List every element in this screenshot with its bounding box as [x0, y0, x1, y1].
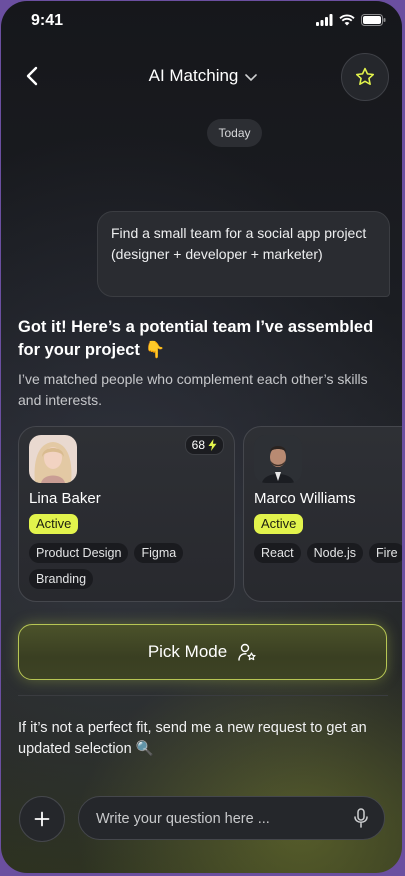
- match-score: 68: [191, 438, 205, 452]
- star-icon: [355, 67, 375, 86]
- skill-tags: Product Design Figma Branding: [29, 543, 224, 589]
- phone-screen: 9:41 AI Matching Today Find a small team…: [1, 1, 402, 873]
- microphone-icon[interactable]: [352, 808, 370, 828]
- avatar: [254, 435, 302, 483]
- skill-tag: Figma: [134, 543, 184, 563]
- skill-tag: React: [254, 543, 301, 563]
- skill-tag: Product Design: [29, 543, 129, 563]
- date-separator: Today: [207, 119, 262, 147]
- chevron-down-icon: [245, 73, 258, 81]
- signal-icon: [316, 14, 333, 26]
- candidate-card[interactable]: 68 Lina Baker Active Product Design Figm…: [18, 426, 235, 602]
- battery-icon: [361, 14, 386, 26]
- ai-response-subtitle: I’ve matched people who complement each …: [18, 371, 368, 408]
- lightning-icon: [208, 439, 217, 451]
- skill-tag: Node.js: [306, 543, 364, 563]
- match-score-badge: 68: [184, 435, 224, 455]
- status-badge: Active: [254, 514, 304, 534]
- status-badge: Active: [29, 514, 79, 534]
- candidate-name: Lina Baker: [29, 490, 101, 507]
- avatar: [29, 435, 77, 483]
- favorite-button[interactable]: [341, 53, 389, 101]
- wifi-icon: [339, 14, 355, 26]
- skill-tag: Fire: [369, 543, 402, 563]
- candidate-name: Marco Williams: [254, 490, 356, 507]
- question-input[interactable]: [94, 797, 338, 841]
- page-title: AI Matching: [148, 66, 239, 85]
- skill-tags: React Node.js Fire: [254, 543, 402, 563]
- plus-icon: [34, 811, 50, 827]
- composer: [78, 796, 385, 841]
- divider: [18, 695, 388, 696]
- ai-note: If it’s not a perfect fit, send me a new…: [18, 720, 367, 757]
- skill-tag: Branding: [29, 569, 94, 589]
- status-icons: [316, 14, 386, 26]
- pick-mode-button[interactable]: Pick Mode: [18, 624, 387, 680]
- status-time: 9:41: [31, 12, 64, 29]
- pick-mode-label: Pick Mode: [147, 642, 228, 661]
- add-attachment-button[interactable]: [19, 796, 65, 842]
- user-star-icon: [238, 643, 256, 661]
- user-message-bubble: Find a small team for a social app proje…: [97, 211, 390, 297]
- ai-response-title: Got it! Here’s a potential team I’ve ass…: [18, 318, 374, 359]
- candidate-card[interactable]: Marco Williams Active React Node.js Fire: [243, 426, 402, 602]
